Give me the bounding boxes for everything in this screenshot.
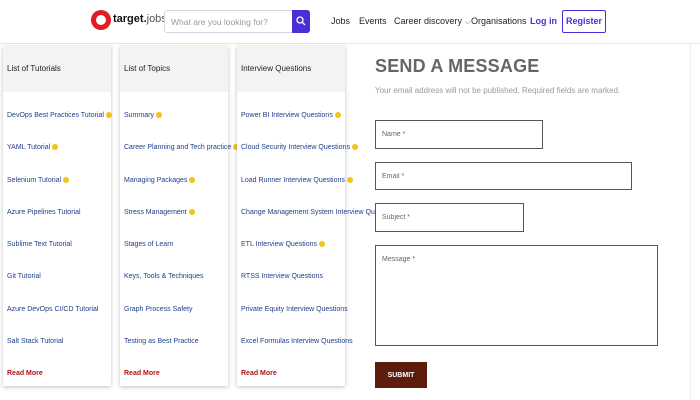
form-title: SEND A MESSAGE (375, 56, 540, 76)
list-item[interactable]: Managing Packages (124, 177, 196, 184)
chevron-down-icon: ⌵ (465, 19, 471, 26)
list-item[interactable]: Summary (124, 112, 162, 119)
topics-column: List of Topics Summary Career Planning a… (120, 46, 240, 386)
list-item[interactable]: Career Planning and Tech practice (124, 144, 240, 151)
list-item[interactable]: Power BI Interview Questions (241, 112, 341, 119)
list-item[interactable]: YAML Tutorial (7, 144, 59, 151)
new-badge-icon (319, 241, 325, 248)
new-badge-icon (105, 112, 112, 119)
list-item[interactable]: Cloud Security Interview Questions (241, 144, 358, 151)
nav-jobs[interactable]: Jobs (331, 16, 350, 26)
read-more-link[interactable]: Read More (241, 370, 277, 377)
nav-events[interactable]: Events (359, 16, 387, 26)
list-item[interactable]: Load Runner Interview Questions (241, 177, 353, 184)
search-box (164, 10, 310, 33)
top-header: target.jobs Jobs Events Career discovery… (0, 0, 700, 44)
form-note: Your email address will not be published… (375, 86, 621, 95)
new-badge-icon (351, 144, 358, 151)
new-badge-icon (63, 177, 70, 184)
list-item[interactable]: Selenium Tutorial (7, 177, 70, 184)
tutorials-column: List of Tutorials DevOps Best Practices … (3, 46, 112, 386)
column-title: Interview Questions (237, 46, 345, 92)
logo-text[interactable]: target.jobs (113, 13, 167, 25)
list-item[interactable]: RTSS Interview Questions (241, 273, 323, 280)
new-badge-icon (346, 177, 353, 184)
new-badge-icon (189, 177, 196, 184)
new-badge-icon (334, 112, 341, 119)
list-item[interactable]: Stress Management (124, 209, 195, 216)
new-badge-icon (188, 209, 195, 216)
nav-career-discovery[interactable]: Career discovery ⌵ (394, 16, 470, 27)
search-button[interactable] (292, 10, 310, 33)
list-item[interactable]: Sublime Text Tutorial (7, 241, 72, 248)
nav-career-discovery-label: Career discovery (394, 16, 463, 26)
interview-questions-column: Interview Questions Power BI Interview Q… (237, 46, 406, 386)
column-title: List of Tutorials (3, 46, 111, 92)
email-field[interactable] (375, 162, 632, 190)
nav-organisations[interactable]: Organisations (471, 16, 527, 26)
submit-button[interactable]: SUBMIT (375, 362, 427, 388)
logo-brand: target (113, 13, 144, 25)
search-icon (296, 16, 306, 26)
read-more-link[interactable]: Read More (124, 370, 160, 377)
list-item[interactable]: Stages of Learn (124, 241, 173, 248)
list-item[interactable]: DevOps Best Practices Tutorial (7, 112, 112, 119)
list-item[interactable]: Keys, Tools & Techniques (124, 273, 204, 280)
list-item[interactable]: ETL Interview Questions (241, 241, 325, 248)
list-item[interactable]: Salt Stack Tutorial (7, 338, 63, 345)
list-item[interactable]: Azure DevOps CI/CD Tutorial (7, 306, 98, 313)
new-badge-icon (52, 144, 59, 151)
list-item[interactable]: Git Tutorial (7, 273, 41, 280)
subject-field[interactable] (375, 203, 524, 232)
new-badge-icon (155, 112, 162, 119)
login-link[interactable]: Log in (530, 16, 557, 26)
scrollbar-track[interactable] (690, 44, 691, 400)
message-field[interactable] (375, 245, 658, 346)
column-title: List of Topics (120, 46, 228, 92)
read-more-link[interactable]: Read More (7, 370, 43, 377)
search-input[interactable] (165, 11, 293, 32)
list-item[interactable]: Testing as Best Practice (124, 338, 199, 345)
list-item[interactable]: Azure Pipelines Tutorial (7, 209, 81, 216)
list-item[interactable]: Graph Process Safety (124, 306, 192, 313)
name-field[interactable] (375, 120, 543, 149)
register-button[interactable]: Register (562, 10, 606, 33)
targetjobs-logo-icon[interactable] (91, 10, 111, 30)
list-item[interactable]: Private Equity Interview Questions (241, 306, 348, 313)
list-item[interactable]: Excel Formulas Interview Questions (241, 338, 353, 345)
